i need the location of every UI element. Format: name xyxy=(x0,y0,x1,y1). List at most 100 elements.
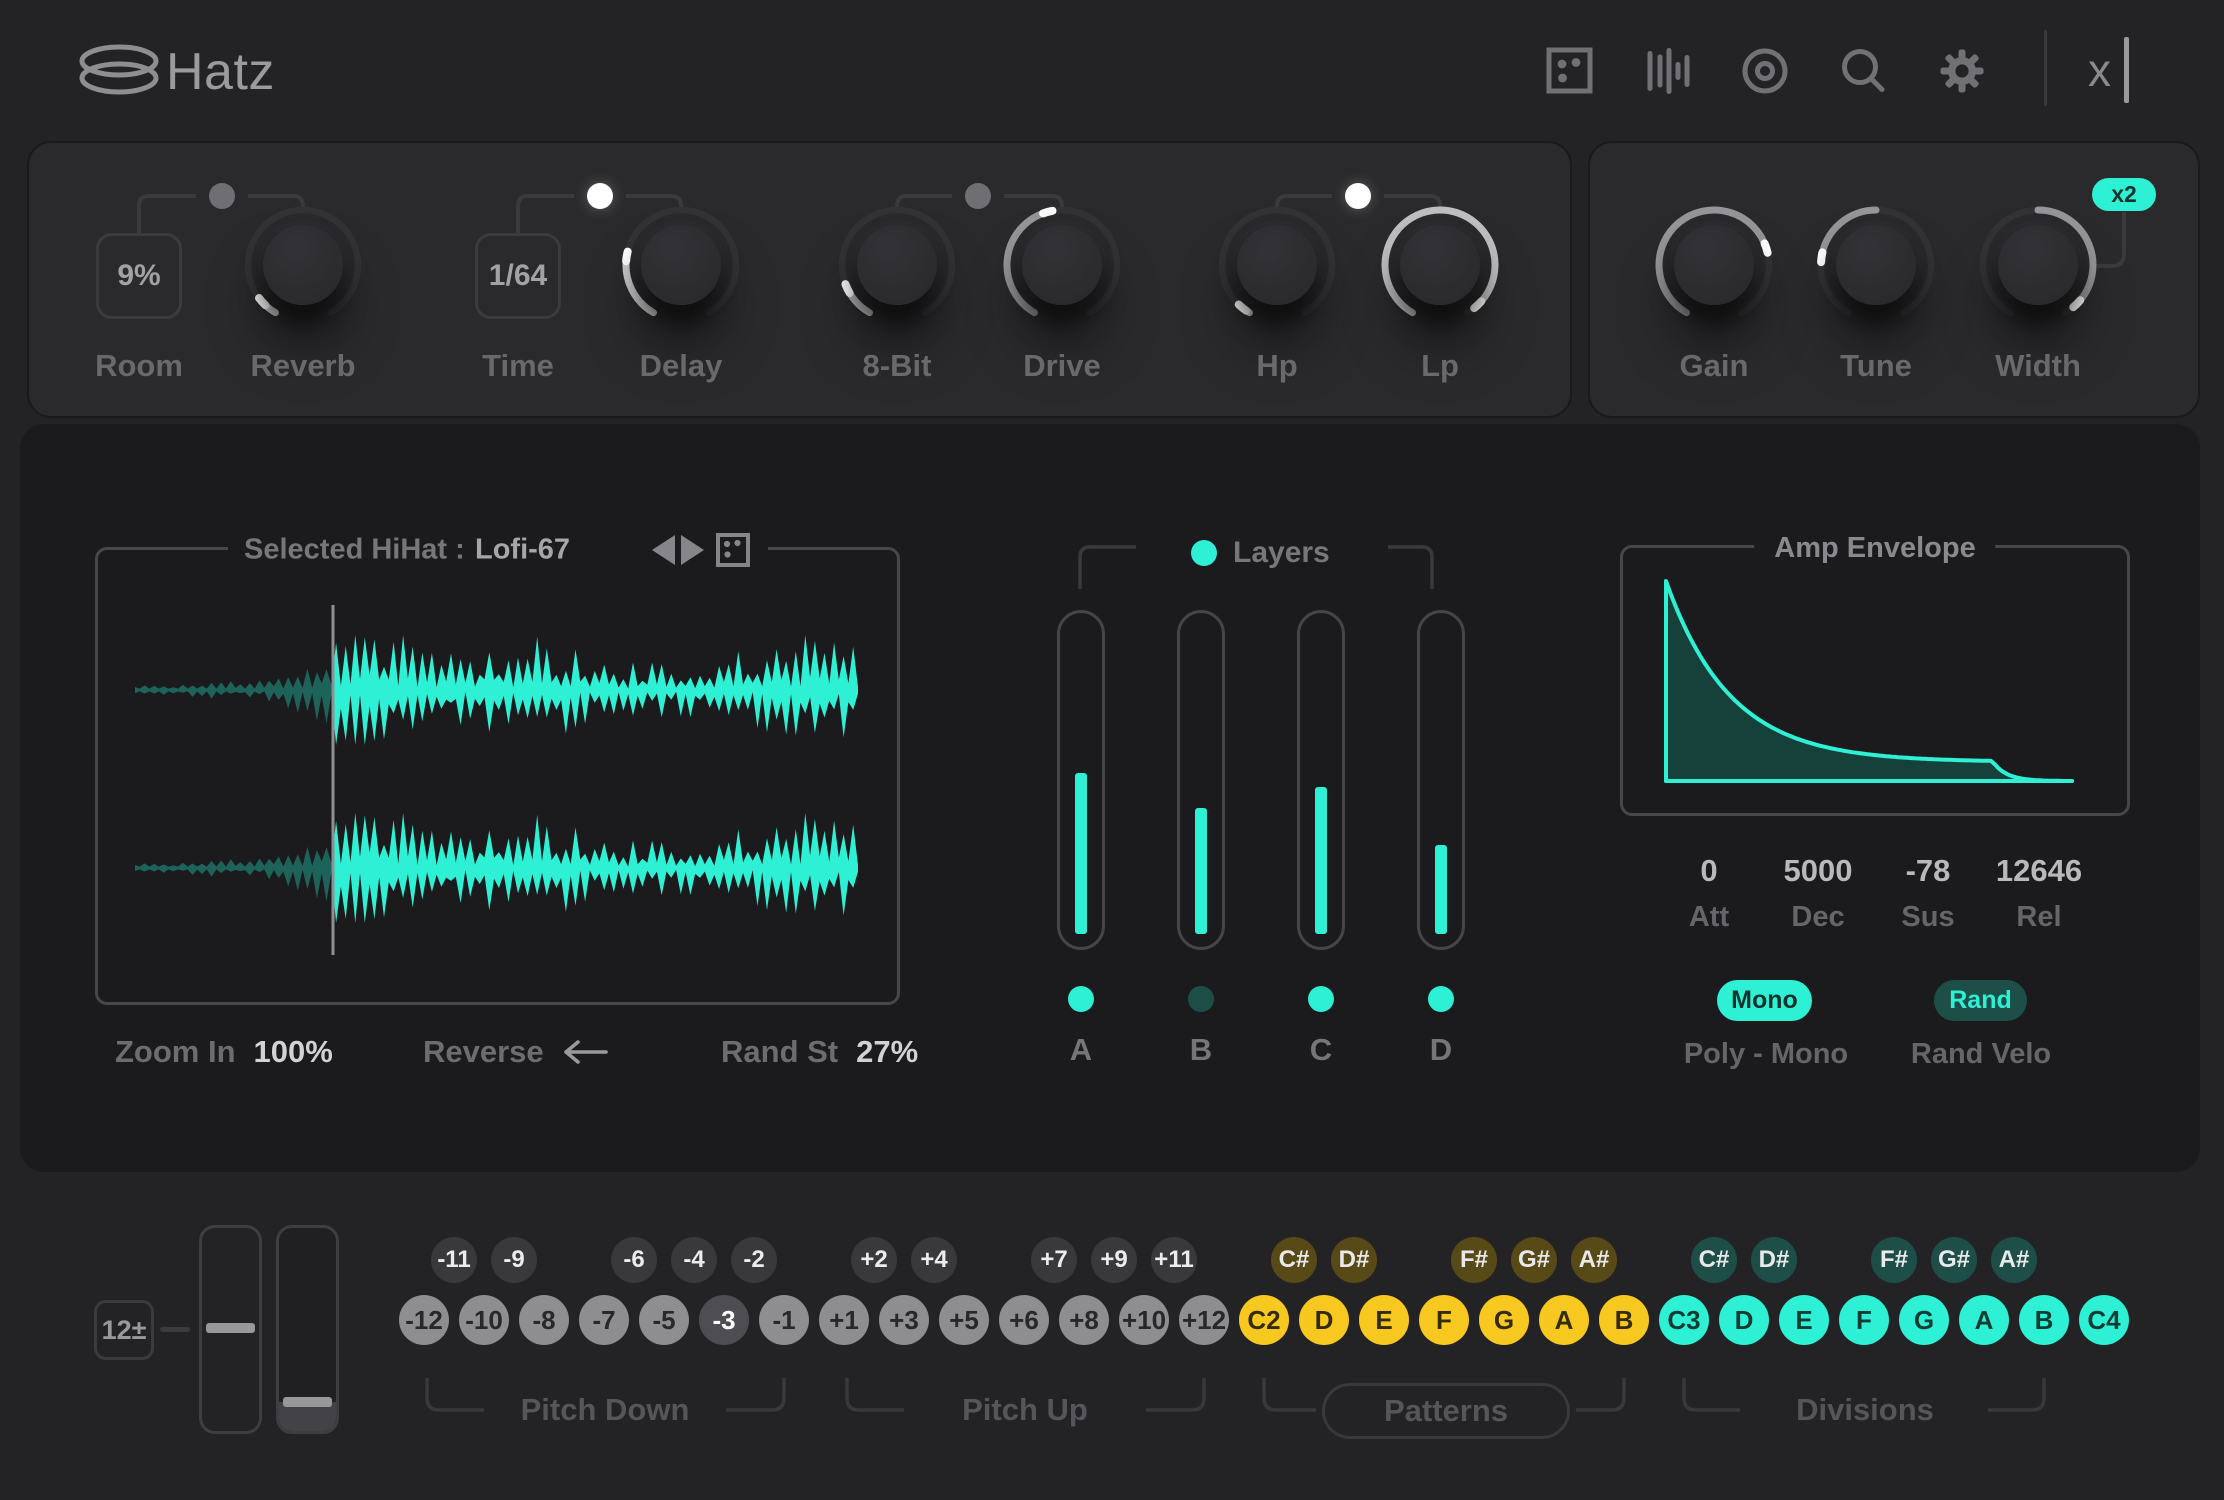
key-F[interactable]: F xyxy=(1839,1295,1889,1345)
key-low-Csharp[interactable]: C# xyxy=(1271,1237,1317,1283)
pitch-button--3[interactable]: -3 xyxy=(699,1295,749,1345)
pitch-button-+12[interactable]: +12 xyxy=(1179,1295,1229,1345)
pitch-wheel-handle[interactable] xyxy=(206,1323,255,1333)
key-D[interactable]: D xyxy=(1299,1295,1349,1345)
env-sus-value[interactable]: -78 xyxy=(1906,853,1951,889)
key-G[interactable]: G xyxy=(1899,1295,1949,1345)
filter-led[interactable] xyxy=(1345,183,1371,209)
key-A[interactable]: A xyxy=(1959,1295,2009,1345)
env-dec-value[interactable]: 5000 xyxy=(1784,853,1853,889)
pitch-button-+1[interactable]: +1 xyxy=(819,1295,869,1345)
rand-start-control[interactable]: Rand St 27% xyxy=(721,1032,918,1072)
next-sample-button[interactable] xyxy=(681,535,704,565)
reverb-led[interactable] xyxy=(209,183,235,209)
pitch-button--4[interactable]: -4 xyxy=(671,1237,717,1283)
lp-knob[interactable] xyxy=(1378,203,1502,327)
poly-mono-toggle[interactable]: Mono xyxy=(1717,980,1812,1021)
gain-knob[interactable] xyxy=(1652,203,1776,327)
width-x2-badge[interactable]: x2 xyxy=(2092,178,2156,211)
key-E[interactable]: E xyxy=(1779,1295,1829,1345)
reverse-control[interactable]: Reverse xyxy=(423,1032,608,1072)
delay-led[interactable] xyxy=(587,183,613,209)
key-low-Fsharp[interactable]: F# xyxy=(1451,1237,1497,1283)
pitch-button--5[interactable]: -5 xyxy=(639,1295,689,1345)
toolbar-waveform-icon[interactable] xyxy=(1639,41,1699,101)
bitdrive-led[interactable] xyxy=(965,183,991,209)
rand-start-value: 27% xyxy=(856,1034,918,1070)
reverb-value-box[interactable]: 9% xyxy=(96,233,182,319)
random-sample-dice-icon[interactable] xyxy=(716,533,750,567)
8-bit-knob-body xyxy=(857,225,937,305)
toolbar-search-icon[interactable] xyxy=(1833,41,1893,101)
pitch-button--7[interactable]: -7 xyxy=(579,1295,629,1345)
ui-scale-control[interactable]: x xyxy=(2088,32,2158,108)
pitch-button-+6[interactable]: +6 xyxy=(999,1295,1049,1345)
pitch-button-+10[interactable]: +10 xyxy=(1119,1295,1169,1345)
amp-envelope-graph[interactable] xyxy=(1623,548,2127,813)
width-knob-body xyxy=(1998,225,2078,305)
pitch-button-+5[interactable]: +5 xyxy=(939,1295,989,1345)
pitch-button-+3[interactable]: +3 xyxy=(879,1295,929,1345)
key-high-Asharp[interactable]: A# xyxy=(1991,1237,2037,1283)
layer-b-active-led[interactable] xyxy=(1188,986,1214,1012)
drive-knob[interactable] xyxy=(1000,203,1124,327)
key-B[interactable]: B xyxy=(2019,1295,2069,1345)
env-rel-value[interactable]: 12646 xyxy=(1996,853,2082,889)
pitch-button--10[interactable]: -10 xyxy=(459,1295,509,1345)
tune-knob[interactable] xyxy=(1814,203,1938,327)
poly-mono-label: Poly - Mono xyxy=(1684,1038,1848,1071)
mod-wheel[interactable] xyxy=(276,1225,339,1434)
layer-d-active-led[interactable] xyxy=(1428,986,1454,1012)
delay-value-box[interactable]: 1/64 xyxy=(475,233,561,319)
pitch-button-+8[interactable]: +8 xyxy=(1059,1295,1109,1345)
waveform-display[interactable]: Selected HiHat : Lofi-67 xyxy=(95,547,900,1005)
layer-c-active-led[interactable] xyxy=(1308,986,1334,1012)
key-high-Csharp[interactable]: C# xyxy=(1691,1237,1737,1283)
toolbar-settings-icon[interactable] xyxy=(1932,41,1992,101)
layer-a-active-led[interactable] xyxy=(1068,986,1094,1012)
pitch-button--6[interactable]: -6 xyxy=(611,1237,657,1283)
key-low-Dsharp[interactable]: D# xyxy=(1331,1237,1377,1283)
pitch-wheel[interactable] xyxy=(199,1225,262,1434)
pitch-button-+2[interactable]: +2 xyxy=(851,1237,897,1283)
mod-wheel-handle[interactable] xyxy=(283,1397,332,1407)
rand-velo-toggle[interactable]: Rand xyxy=(1934,980,2027,1021)
pitch-button-+9[interactable]: +9 xyxy=(1091,1237,1137,1283)
pitch-button--8[interactable]: -8 xyxy=(519,1295,569,1345)
key-high-Fsharp[interactable]: F# xyxy=(1871,1237,1917,1283)
reverb-knob[interactable] xyxy=(241,203,365,327)
key-high-Dsharp[interactable]: D# xyxy=(1751,1237,1797,1283)
pitch-button--2[interactable]: -2 xyxy=(731,1237,777,1283)
pitch-button--12[interactable]: -12 xyxy=(399,1295,449,1345)
zoom-control[interactable]: Zoom In 100% xyxy=(115,1032,333,1072)
key-high-Gsharp[interactable]: G# xyxy=(1931,1237,1977,1283)
key-low-Asharp[interactable]: A# xyxy=(1571,1237,1617,1283)
pitch-button--11[interactable]: -11 xyxy=(431,1237,477,1283)
key-D[interactable]: D xyxy=(1719,1295,1769,1345)
toolbar-record-icon[interactable] xyxy=(1735,41,1795,101)
pitch-button-+4[interactable]: +4 xyxy=(911,1237,957,1283)
playhead[interactable] xyxy=(332,605,335,955)
key-C2[interactable]: C2 xyxy=(1239,1295,1289,1345)
toolbar-dice-icon[interactable] xyxy=(1539,41,1599,101)
pitch-button--1[interactable]: -1 xyxy=(759,1295,809,1345)
key-C4[interactable]: C4 xyxy=(2079,1295,2129,1345)
width-knob[interactable] xyxy=(1976,203,2100,327)
key-E[interactable]: E xyxy=(1359,1295,1409,1345)
pitch-button--9[interactable]: -9 xyxy=(491,1237,537,1283)
pitch-button-+7[interactable]: +7 xyxy=(1031,1237,1077,1283)
patterns-group: Patterns xyxy=(1322,1383,1570,1439)
key-low-Gsharp[interactable]: G# xyxy=(1511,1237,1557,1283)
key-F[interactable]: F xyxy=(1419,1295,1469,1345)
key-G[interactable]: G xyxy=(1479,1295,1529,1345)
key-B[interactable]: B xyxy=(1599,1295,1649,1345)
8-bit-knob[interactable] xyxy=(835,203,959,327)
key-A[interactable]: A xyxy=(1539,1295,1589,1345)
env-att-value[interactable]: 0 xyxy=(1700,853,1717,889)
hp-knob[interactable] xyxy=(1215,203,1339,327)
pitch-range-box[interactable]: 12± xyxy=(94,1300,154,1360)
key-C3[interactable]: C3 xyxy=(1659,1295,1709,1345)
prev-sample-button[interactable] xyxy=(652,535,675,565)
delay-knob[interactable] xyxy=(619,203,743,327)
pitch-button-+11[interactable]: +11 xyxy=(1151,1237,1197,1283)
